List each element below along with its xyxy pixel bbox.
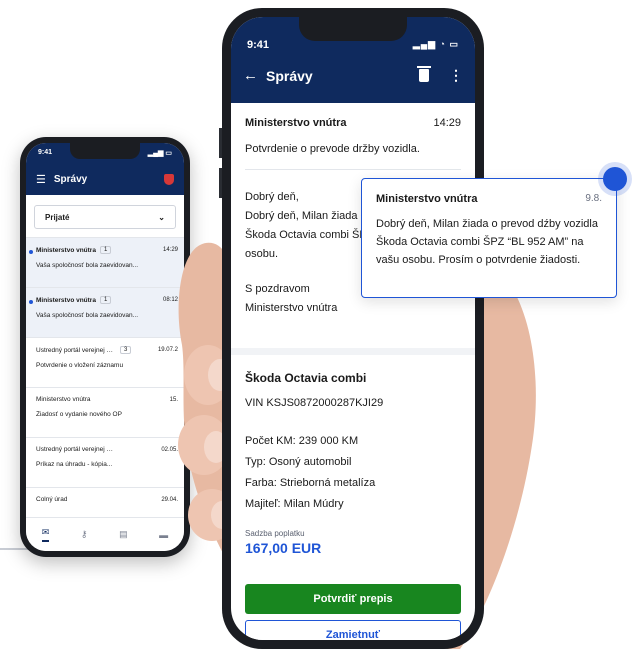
- list-item[interactable]: Ústredný portál verejnej spr... 3 19.07.2 P…: [26, 338, 184, 388]
- large-phone-screen: 9:41 ▂▄▆ ◔ ▭ ← Správy ⋮ Ministerstvo vnú…: [231, 17, 475, 640]
- confirm-transfer-button[interactable]: Potvrdiť prepis: [245, 584, 461, 614]
- bottom-tab-bar: ✉ ⚷ ▤ ▬: [26, 517, 184, 551]
- page-title: Správy: [266, 67, 313, 84]
- status-time: 9:41: [38, 149, 53, 156]
- wallet-icon[interactable]: ▤: [119, 529, 128, 540]
- list-item-sender: Ústredný portál verejnej spr...: [36, 346, 116, 354]
- notification-date: 9.8.: [585, 193, 602, 204]
- list-item-subject: Potvrdenie o vložení záznamu: [36, 362, 124, 369]
- folder-filter-select[interactable]: Prijaté ⌄: [34, 205, 176, 229]
- list-item-sender: Ministerstvo vnútra: [36, 246, 96, 254]
- vehicle-km: Počet KM: 239 000 KM: [245, 435, 359, 447]
- body-line: Dobrý deň, Milan žiada o: [245, 210, 367, 222]
- small-phone: 9:41 ▂▄▆ ▭ ☰ Správy Prijaté ⌄ Ministerst…: [20, 137, 190, 557]
- list-item[interactable]: Ústredný portál verejnej správy 02.05. Prí…: [26, 438, 184, 488]
- reject-button[interactable]: Zamietnuť: [245, 620, 461, 640]
- folder-filter-value: Prijaté: [45, 212, 70, 222]
- large-phone: 9:41 ▂▄▆ ◔ ▭ ← Správy ⋮ Ministerstvo vnú…: [219, 8, 484, 649]
- list-item-time: 29.04.: [161, 496, 178, 503]
- notification-card[interactable]: Ministerstvo vnútra 9.8. Dobrý deň, Mila…: [361, 178, 617, 298]
- status-time: 9:41: [247, 39, 270, 51]
- chevron-down-icon: ⌄: [158, 212, 165, 222]
- folder-icon[interactable]: ▬: [159, 530, 168, 540]
- vehicle-type: Typ: Osoný automobil: [245, 456, 352, 468]
- list-item[interactable]: Ministerstvo vnútra 15. Žiadosť o vydanie …: [26, 388, 184, 438]
- signal-wifi-battery-icon: ▂▄▆ ◔ ▭: [412, 39, 459, 49]
- list-item-sender: Colný úrad: [36, 496, 68, 503]
- list-item-time: 15.: [169, 396, 178, 403]
- list-item-time: 02.05.: [161, 446, 178, 453]
- trash-icon[interactable]: [417, 66, 431, 82]
- notification-indicator-dot: [603, 167, 627, 191]
- message-time: 14:29: [433, 117, 461, 129]
- menu-icon[interactable]: ☰: [36, 173, 46, 186]
- volume-button: [219, 168, 222, 198]
- volume-button: [219, 128, 222, 158]
- status-icons: ▂▄▆ ▭: [147, 150, 172, 157]
- body-line: Škoda Octavia combi ŠPZ: [245, 229, 374, 241]
- title-row: ← Správy ⋮: [243, 66, 463, 84]
- vehicle-owner: Majiteľ: Milan Múdry: [245, 498, 344, 510]
- vehicle-vin: VIN KSJS0872000287KJI29: [245, 397, 384, 409]
- body-line: osobu.: [245, 248, 279, 260]
- list-item-sender: Ministerstvo vnútra: [36, 396, 91, 403]
- list-item[interactable]: Ministerstvo vnútra 1 14:29 Vaša spoločnosť…: [26, 238, 184, 288]
- small-phone-screen: 9:41 ▂▄▆ ▭ ☰ Správy Prijaté ⌄ Ministerst…: [26, 143, 184, 551]
- thread-count-badge: 1: [99, 246, 112, 254]
- unread-dot: [29, 250, 33, 254]
- list-item-subject: Príkaz na úhradu - kópia...: [36, 461, 113, 468]
- vehicle-name: Škoda Octavia combi: [245, 371, 367, 385]
- key-icon[interactable]: ⚷: [81, 529, 88, 540]
- unread-dot: [29, 300, 33, 304]
- list-item-sender: Ústredný portál verejnej správy: [36, 446, 116, 453]
- list-item-sender: Ministerstvo vnútra: [36, 296, 96, 304]
- phone-notch: [70, 143, 140, 159]
- vehicle-color: Farba: Strieborná metalíza: [245, 477, 376, 489]
- list-item-time: 19.07.2: [157, 347, 178, 353]
- message-list: Ministerstvo vnútra 1 14:29 Vaša spoločnosť…: [26, 237, 184, 538]
- small-title-row: ☰ Správy: [36, 173, 174, 186]
- page-title: Správy: [53, 174, 88, 185]
- body-closing: Ministerstvo vnútra: [245, 302, 338, 314]
- list-item-subject: Vaša spoločnosť bola zaevidovan...: [36, 262, 139, 269]
- body-closing: S pozdravom: [245, 283, 310, 295]
- phone-notch: [299, 17, 407, 41]
- vehicle-details: Škoda Octavia combi VIN KSJS0872000287KJ…: [231, 348, 475, 568]
- notification-text: Dobrý deň, Milan žiada o prevod dźby voz…: [376, 218, 598, 266]
- message-header: Ministerstvo vnútra 14:29 Potvrdenie o p…: [231, 103, 475, 169]
- body-line: Dobrý deň,: [245, 191, 299, 203]
- message-sender: Ministerstvo vnútra: [245, 117, 347, 129]
- list-item-subject: Žiadosť o vydanie nového OP: [36, 411, 122, 418]
- message-subject: Potvrdenie o prevode držby vozidla.: [245, 143, 420, 155]
- list-item[interactable]: Ministerstvo vnútra 1 08:12 Vaša spoločnosť…: [26, 288, 184, 338]
- back-arrow-icon[interactable]: ←: [243, 67, 258, 84]
- notification-sender: Ministerstvo vnútra: [376, 193, 478, 205]
- list-item-time: 14:29: [162, 247, 178, 253]
- fee-label: Sadzba poplatku: [245, 529, 305, 538]
- more-options-icon[interactable]: ⋮: [449, 67, 463, 84]
- fee-value: 167,00 EUR: [245, 540, 322, 556]
- mail-icon[interactable]: ✉: [41, 527, 50, 542]
- thread-count-badge: 1: [99, 296, 112, 304]
- shield-icon[interactable]: [164, 174, 174, 185]
- list-item-subject: Vaša spoločnosť bola zaevidovan...: [36, 312, 139, 319]
- thread-count-badge: 3: [120, 346, 132, 354]
- list-item-time: 08:12: [162, 297, 178, 303]
